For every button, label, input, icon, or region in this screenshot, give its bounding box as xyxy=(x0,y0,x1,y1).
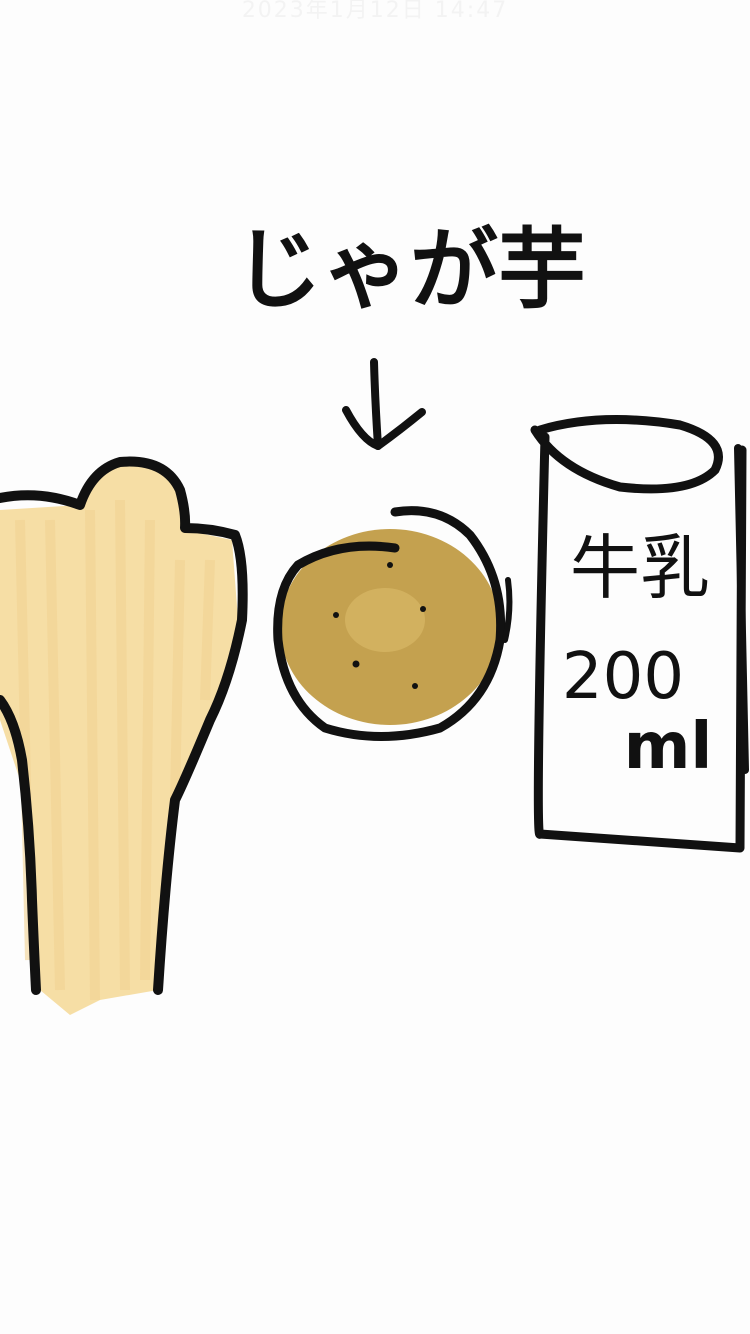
bone-icon xyxy=(0,456,248,1015)
potato-icon xyxy=(273,506,513,741)
arrow-down-icon xyxy=(342,358,426,450)
milk-unit-text: ml xyxy=(624,710,713,784)
milk-carton-icon: 牛乳 200 ml xyxy=(530,415,749,853)
potato-highlight xyxy=(345,588,425,652)
milk-label-text: 牛乳 xyxy=(570,527,710,609)
milk-amount-text: 200 xyxy=(562,640,684,714)
potato-label-text: じゃが芋 xyxy=(234,218,586,321)
potato-label: じゃが芋 xyxy=(234,218,586,321)
drawing-canvas: じゃが芋 牛乳 200 ml xyxy=(0,218,749,1015)
